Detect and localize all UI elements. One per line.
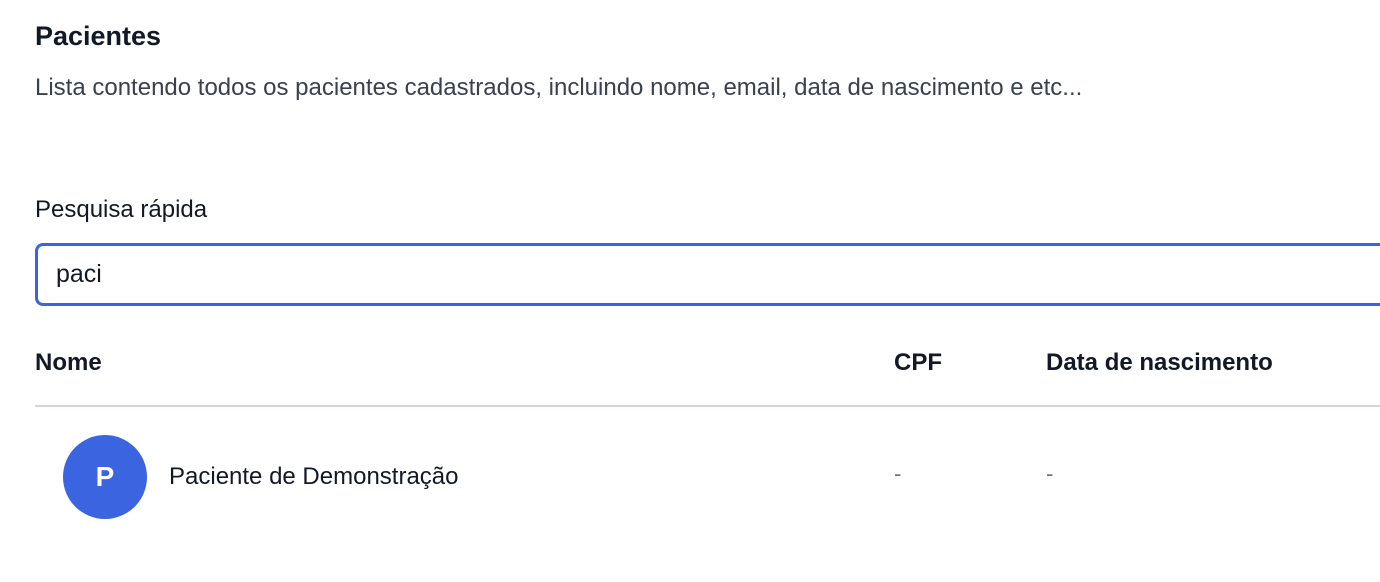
- page-subtitle: Lista contendo todos os pacientes cadast…: [35, 74, 1083, 101]
- avatar: P: [63, 435, 147, 519]
- search-input[interactable]: [35, 243, 1380, 306]
- patients-page: Pacientes Lista contendo todos os pacien…: [0, 0, 1380, 582]
- patient-name[interactable]: Paciente de Demonstração: [169, 462, 459, 492]
- column-header-cpf[interactable]: CPF: [894, 348, 942, 378]
- patient-birthdate: -: [1046, 461, 1054, 486]
- column-header-data-nascimento[interactable]: Data de nascimento: [1046, 348, 1273, 378]
- table-row[interactable]: P Paciente de Demonstração - -: [35, 407, 1380, 547]
- search-label: Pesquisa rápida: [35, 196, 208, 223]
- page-title: Pacientes: [35, 21, 162, 51]
- column-header-nome[interactable]: Nome: [35, 348, 102, 378]
- patient-cpf: -: [894, 461, 902, 486]
